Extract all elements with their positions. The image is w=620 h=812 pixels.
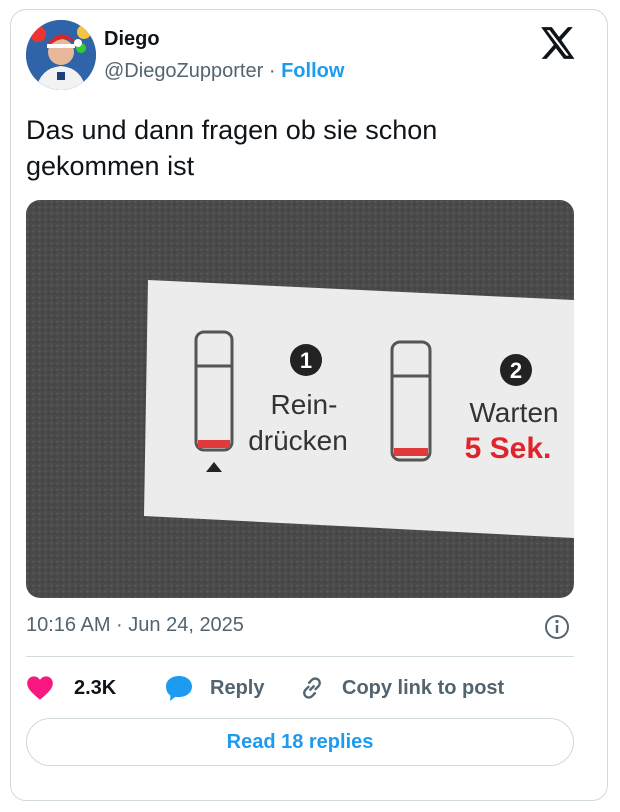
photo-step2-line2: 5 Sek. bbox=[465, 432, 552, 465]
follow-link[interactable]: Follow bbox=[281, 60, 344, 82]
avatar[interactable] bbox=[26, 20, 96, 90]
photo-step2-line1: Warten bbox=[469, 397, 558, 428]
copy-link-label: Copy link to post bbox=[342, 676, 505, 699]
photo-step1-line2: drücken bbox=[248, 425, 348, 456]
like-button[interactable]: 2.3K bbox=[26, 673, 116, 703]
photo-step2-number: 2 bbox=[510, 358, 522, 383]
copy-link-button[interactable]: Copy link to post bbox=[298, 673, 504, 703]
info-icon[interactable] bbox=[544, 614, 570, 640]
x-logo-icon[interactable] bbox=[538, 24, 576, 62]
author-handle[interactable]: @DiegoZupporter bbox=[104, 60, 263, 82]
author-name[interactable]: Diego bbox=[104, 28, 160, 51]
separator-dot: · bbox=[268, 60, 276, 82]
reply-button[interactable]: Reply bbox=[164, 673, 264, 703]
heart-icon bbox=[27, 676, 53, 700]
link-icon bbox=[303, 677, 321, 699]
action-bar: 2.3K Reply Copy link to post bbox=[26, 673, 574, 703]
tweet-timestamp[interactable]: 10:16 AM · Jun 24, 2025 bbox=[26, 614, 244, 637]
reply-label: Reply bbox=[210, 676, 265, 699]
photo-step1-line1: Rein- bbox=[271, 389, 338, 420]
tweet-text: Das und dann fragen ob sie schon gekomme… bbox=[26, 115, 438, 181]
like-count: 2.3K bbox=[74, 676, 117, 699]
read-replies-button[interactable]: Read 18 replies bbox=[26, 718, 574, 766]
author-handle-row: @DiegoZupporter · Follow bbox=[104, 60, 344, 83]
reply-bubble-icon bbox=[166, 676, 192, 701]
photo-step1-number: 1 bbox=[300, 348, 312, 373]
tweet-photo[interactable]: 1 2 Rein- drücken Warten 5 Sek. bbox=[26, 200, 574, 598]
divider bbox=[26, 656, 574, 657]
